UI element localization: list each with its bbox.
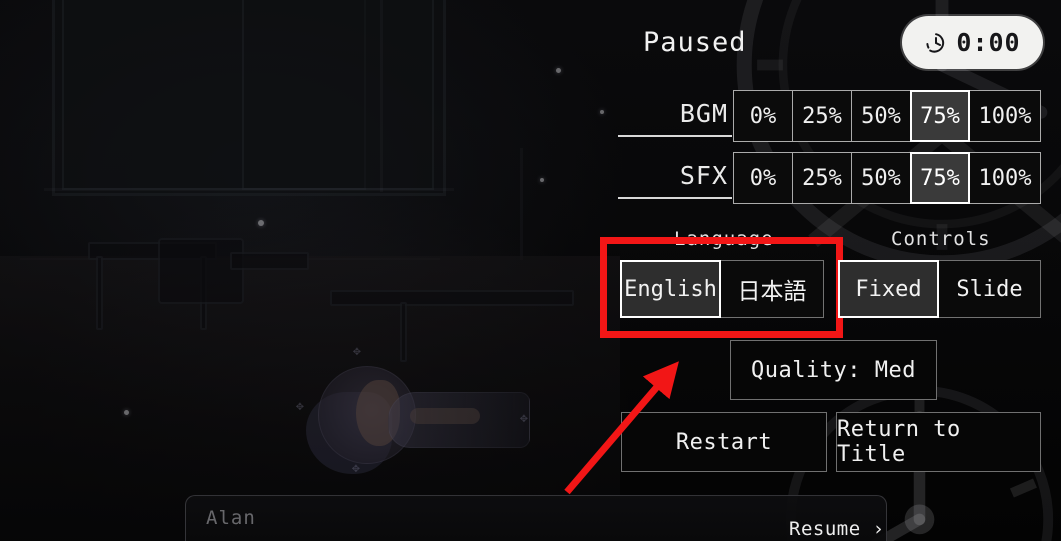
language-toggle-group: English 日本語	[620, 260, 824, 318]
sfx-underline	[618, 197, 732, 199]
language-option-japanese[interactable]: 日本語	[720, 260, 824, 318]
bgm-label: BGM	[679, 98, 728, 128]
bgm-option-25[interactable]: 25%	[792, 90, 852, 142]
sfx-label: SFX	[679, 160, 728, 190]
sfx-option-100[interactable]: 100%	[969, 152, 1041, 204]
controls-option-fixed[interactable]: Fixed	[838, 260, 939, 318]
sfx-option-0[interactable]: 0%	[733, 152, 793, 204]
bgm-segmented-control: 0% 25% 50% 75% 100%	[733, 90, 1041, 142]
controls-option-slide[interactable]: Slide	[938, 260, 1041, 318]
bgm-option-75[interactable]: 75%	[910, 90, 970, 142]
bgm-option-50[interactable]: 50%	[851, 90, 911, 142]
clock-icon	[926, 32, 945, 53]
controls-toggle-group: Fixed Slide	[838, 260, 1041, 318]
resume-button[interactable]: Resume ›	[789, 518, 885, 540]
pause-menu: Paused 0:00 BGM 0% 25% 50% 75% 100% SFX …	[0, 0, 1061, 541]
dialogue-speaker-name: Alan	[206, 507, 256, 529]
bgm-option-100[interactable]: 100%	[969, 90, 1041, 142]
language-group-title: Language	[674, 228, 774, 250]
sfx-label-wrap: SFX	[616, 152, 734, 204]
bgm-option-0[interactable]: 0%	[733, 90, 793, 142]
game-screen: ✥ ✥ ✥ ✥ Paused 0:00 BGM 0% 25% 50% 75% 1…	[0, 0, 1061, 541]
page-title: Paused	[643, 27, 747, 58]
sfx-option-25[interactable]: 25%	[792, 152, 852, 204]
timer-badge: 0:00	[902, 16, 1043, 69]
sfx-volume-row: SFX 0% 25% 50% 75% 100%	[616, 152, 1041, 204]
return-to-title-button[interactable]: Return to Title	[836, 412, 1041, 472]
restart-button[interactable]: Restart	[621, 412, 827, 472]
sfx-segmented-control: 0% 25% 50% 75% 100%	[733, 152, 1041, 204]
bgm-label-wrap: BGM	[616, 90, 734, 142]
bgm-volume-row: BGM 0% 25% 50% 75% 100%	[616, 90, 1041, 142]
language-option-english[interactable]: English	[620, 260, 721, 318]
quality-button[interactable]: Quality: Med	[730, 340, 937, 400]
dialogue-box: Alan	[185, 495, 887, 541]
sfx-option-50[interactable]: 50%	[851, 152, 911, 204]
timer-value: 0:00	[956, 28, 1021, 57]
controls-group-title: Controls	[891, 228, 991, 250]
sfx-option-75[interactable]: 75%	[910, 152, 970, 204]
bgm-underline	[618, 135, 732, 137]
